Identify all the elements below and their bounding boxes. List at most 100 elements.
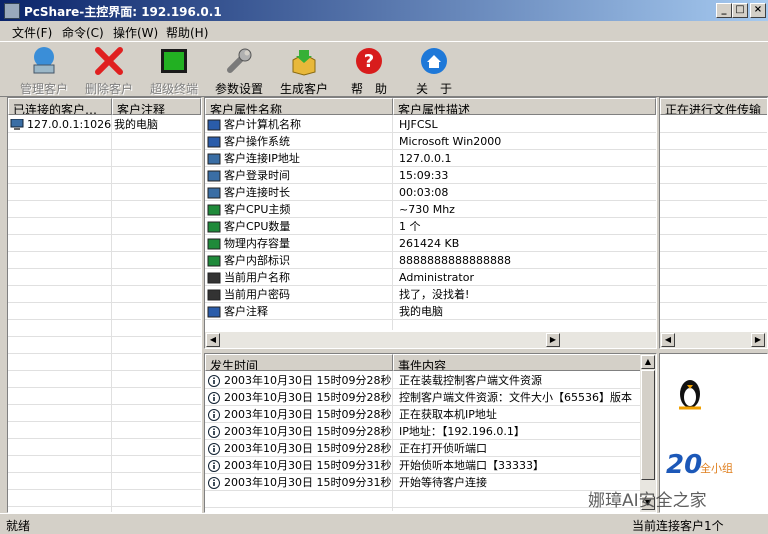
log-row[interactable]: 2003年10月30日 15时09分31秒 开始等待客户连接	[207, 474, 639, 491]
property-row[interactable]: 客户连接IP地址 127.0.0.1	[207, 150, 655, 167]
property-icon	[207, 289, 221, 301]
property-value: 00:03:08	[399, 186, 449, 199]
app-icon	[4, 3, 20, 19]
grid-line	[8, 285, 201, 286]
property-row[interactable]: 客户内部标识 8888888888888888	[207, 252, 655, 269]
scroll-left-button[interactable]: ◀	[206, 333, 220, 347]
log-time: 2003年10月30日 15时09分28秒	[224, 391, 392, 404]
property-name: 客户操作系统	[224, 135, 290, 148]
property-row[interactable]: 当前用户名称 Administrator	[207, 269, 655, 286]
delete-client-button[interactable]: 删除客户	[77, 44, 141, 96]
super-terminal-label: 超级终端	[149, 82, 198, 96]
scroll-right-button[interactable]: ▶	[546, 333, 560, 347]
delete-client-label: 删除客户	[84, 82, 133, 96]
property-row[interactable]: 客户计算机名称 HJFCSL	[207, 116, 655, 133]
menu-command[interactable]: 命令(C)	[62, 24, 104, 41]
scroll-thumb[interactable]	[641, 370, 655, 480]
manage-client-button[interactable]: 管理客户	[12, 44, 76, 96]
log-row[interactable]: 2003年10月30日 15时09分28秒 IP地址：【192.196.0.1】	[207, 423, 639, 440]
col-header-note[interactable]: 客户注释	[112, 98, 201, 115]
about-button[interactable]: 关 于	[402, 44, 466, 96]
property-row[interactable]: 客户连接时长 00:03:08	[207, 184, 655, 201]
minimize-button[interactable]: _	[716, 3, 732, 18]
toolbar: 管理客户 删除客户 超级终端 参数设置 生成客户 ? 帮 助 关 于	[0, 41, 768, 97]
grid-line	[8, 506, 201, 507]
settings-button[interactable]: 参数设置	[207, 44, 271, 96]
menu-help[interactable]: 帮助(H)	[166, 24, 208, 41]
log-row[interactable]: 2003年10月30日 15时09分28秒 正在装载控制客户端文件资源	[207, 372, 639, 389]
property-icon	[207, 204, 221, 216]
generate-client-label: 生成客户	[279, 82, 328, 96]
info-icon	[208, 375, 220, 387]
property-row[interactable]: 客户CPU主频 ~730 Mhz	[207, 201, 655, 218]
log-row[interactable]: 2003年10月30日 15时09分28秒 控制客户端文件资源：文件大小【6553…	[207, 389, 639, 406]
col-header-prop-name[interactable]: 客户属性名称	[205, 98, 393, 115]
help-icon: ?	[356, 48, 382, 74]
generate-client-button[interactable]: 生成客户	[272, 44, 336, 96]
client-address: 127.0.0.1:1026	[27, 118, 112, 131]
grid-line	[205, 285, 656, 286]
maximize-button[interactable]: □	[732, 3, 748, 18]
close-button[interactable]: ×	[750, 3, 766, 18]
log-row[interactable]: 2003年10月30日 15时09分31秒 开始侦听本地端口【33333】	[207, 457, 639, 474]
property-value: Microsoft Win2000	[399, 135, 502, 148]
grid-line	[205, 422, 640, 423]
property-row[interactable]: 当前用户密码 找了，没找着!	[207, 286, 655, 303]
grid-line	[205, 473, 640, 474]
grid-line	[8, 217, 201, 218]
scroll-left-button[interactable]: ◀	[661, 333, 675, 347]
property-icon	[207, 153, 221, 165]
log-event: 开始等待客户连接	[399, 476, 487, 489]
grid-line	[8, 438, 201, 439]
property-icon	[207, 221, 221, 233]
menu-file[interactable]: 文件(F)	[12, 24, 52, 41]
terminal-icon	[161, 49, 187, 73]
property-value: 261424 KB	[399, 237, 460, 250]
log-row[interactable]: 2003年10月30日 15时09分28秒 正在获取本机IP地址	[207, 406, 639, 423]
property-name: 客户连接时长	[224, 186, 290, 199]
property-name: 物理内存容量	[224, 237, 290, 250]
grid-line	[8, 421, 201, 422]
property-name: 客户CPU数量	[224, 220, 291, 233]
col-header-transfer[interactable]: 正在进行文件传输	[660, 98, 767, 115]
col-header-time[interactable]: 发生时间	[205, 354, 393, 371]
transfer-hscrollbar[interactable]: ◀ ▶	[660, 332, 767, 348]
log-event: 正在打开侦听端口	[399, 442, 487, 455]
logo-number: 20	[666, 450, 703, 480]
log-time: 2003年10月30日 15时09分28秒	[224, 374, 392, 387]
col-header-event[interactable]: 事件内容	[393, 354, 641, 371]
property-row[interactable]: 客户登录时间 15:09:33	[207, 167, 655, 184]
col-header-client[interactable]: 已连接的客户…	[8, 98, 112, 115]
scroll-up-button[interactable]: ▲	[641, 355, 655, 369]
log-row[interactable]: 2003年10月30日 15时09分28秒 正在打开侦听端口	[207, 440, 639, 457]
client-row[interactable]: 127.0.0.1:1026 我的电脑	[10, 116, 200, 133]
col-header-prop-value[interactable]: 客户属性描述	[393, 98, 656, 115]
property-row[interactable]: 客户注释 我的电脑	[207, 303, 655, 320]
help-button[interactable]: ? 帮 助	[337, 44, 401, 96]
property-row[interactable]: 物理内存容量 261424 KB	[207, 235, 655, 252]
scroll-right-button[interactable]: ▶	[751, 333, 765, 347]
grid-line	[8, 234, 201, 235]
grid-line	[8, 387, 201, 388]
property-name: 当前用户名称	[224, 271, 290, 284]
grid-line	[205, 507, 640, 508]
property-name: 当前用户密码	[224, 288, 290, 301]
properties-hscrollbar[interactable]: ◀ ▶	[205, 332, 656, 348]
log-event: 开始侦听本地端口【33333】	[399, 459, 544, 472]
property-row[interactable]: 客户操作系统 Microsoft Win2000	[207, 133, 655, 150]
grid-line	[8, 302, 201, 303]
connected-count: 当前连接客户1个	[632, 519, 724, 533]
property-name: 客户连接IP地址	[224, 152, 300, 165]
grid-line	[205, 456, 640, 457]
menu-operate[interactable]: 操作(W)	[113, 24, 158, 41]
super-terminal-button[interactable]: 超级终端	[142, 44, 206, 96]
grid-line	[660, 132, 767, 133]
grid-line	[205, 200, 656, 201]
property-icon	[207, 306, 221, 318]
grid-line	[8, 489, 201, 490]
watermark: 娜璋AI安全之家	[588, 491, 707, 511]
grid-line	[205, 405, 640, 406]
property-row[interactable]: 客户CPU数量 1 个	[207, 218, 655, 235]
info-icon	[208, 426, 220, 438]
grid-line	[205, 217, 656, 218]
